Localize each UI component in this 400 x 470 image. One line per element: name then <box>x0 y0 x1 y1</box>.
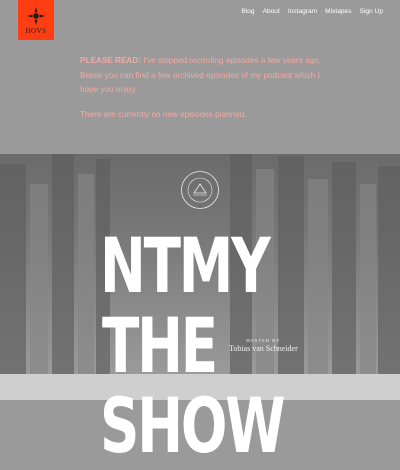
title-line-3: SHOW <box>100 381 286 470</box>
host-credit: HOSTED BY Tobias van Schneider <box>229 338 298 353</box>
nav-instagram[interactable]: Instagram <box>288 8 317 15</box>
site-logo[interactable]: HOVS <box>18 0 54 40</box>
hosted-by-label: HOSTED BY <box>246 338 281 343</box>
notice-second: There are currently no new episodes plan… <box>80 109 247 119</box>
host-name: Tobias van Schneider <box>229 344 298 353</box>
notice-lead: PLEASE READ: <box>80 56 141 65</box>
title-line-2: THE <box>102 301 218 390</box>
compass-emblem-icon <box>27 6 45 25</box>
notice-block: PLEASE READ: I've stopped recording epis… <box>80 54 340 122</box>
nav-sign-up[interactable]: Sign Up <box>360 8 383 15</box>
seal-badge-icon <box>181 171 219 209</box>
nav-mixtapes[interactable]: Mixtapes <box>325 8 351 15</box>
main-nav: Blog About Instagram Mixtapes Sign Up <box>241 8 383 15</box>
logo-text: HOVS <box>25 26 47 35</box>
title-line-1: NTMY <box>100 221 271 310</box>
nav-about[interactable]: About <box>263 8 280 15</box>
nav-blog[interactable]: Blog <box>241 8 254 15</box>
notice-paragraph: PLEASE READ: I've stopped recording epis… <box>80 54 340 98</box>
